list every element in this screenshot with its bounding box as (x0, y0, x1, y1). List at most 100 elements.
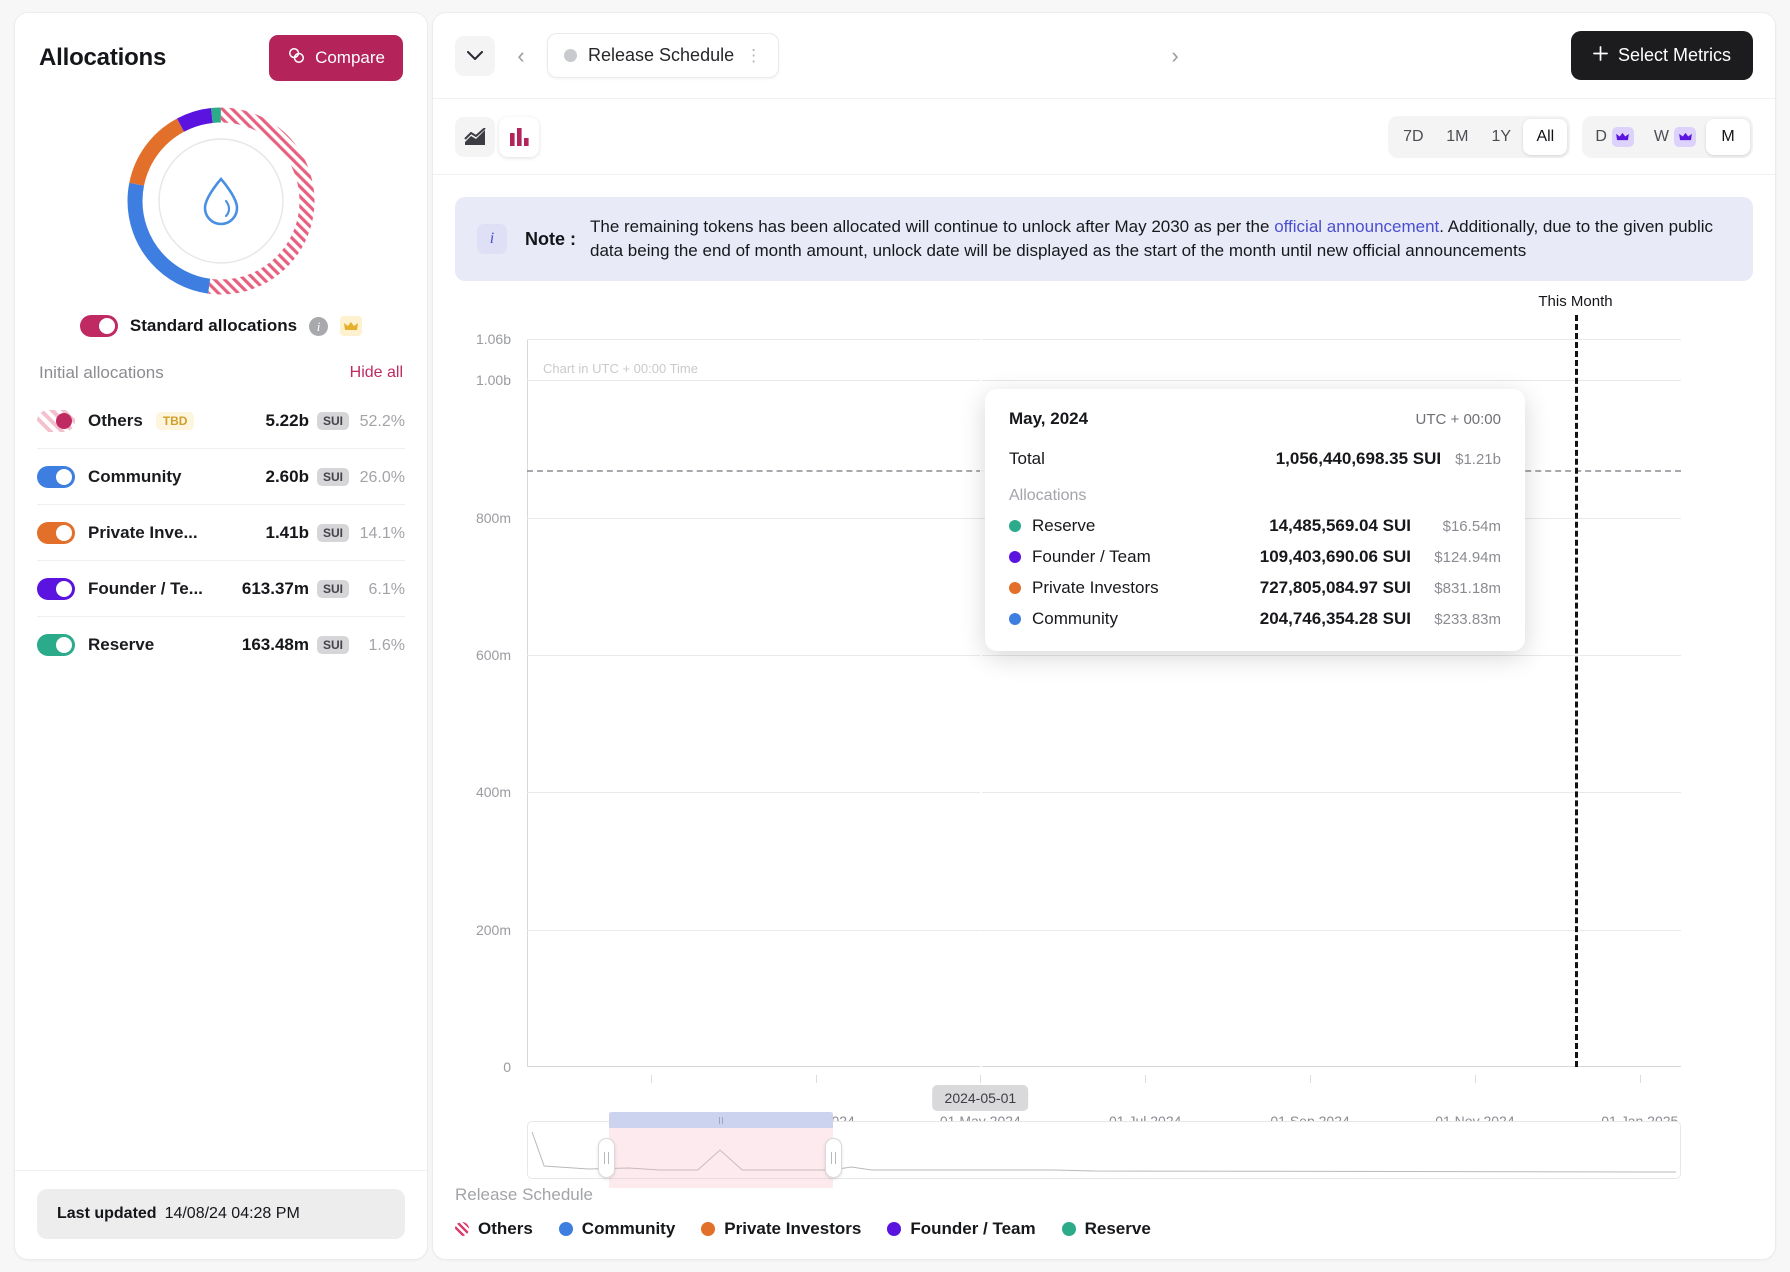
allocation-value: 5.22b (266, 411, 309, 431)
bar-column[interactable] (692, 339, 774, 1067)
tooltip-allocations-label: Allocations (1009, 487, 1501, 505)
info-circle-icon: i (477, 224, 507, 254)
allocation-unit: SUI (317, 524, 349, 542)
allocation-row[interactable]: Founder / Te...613.37mSUI6.1% (37, 561, 405, 617)
grid-line (527, 380, 1681, 381)
tooltip-row: Private Investors727,805,084.97 SUI$831.… (1009, 578, 1501, 598)
tooltip-color-dot (1009, 551, 1021, 563)
official-announcement-link[interactable]: official announcement (1274, 217, 1439, 236)
interval-button-d[interactable]: D (1585, 119, 1644, 155)
crown-icon (1674, 127, 1696, 147)
allocation-unit: SUI (317, 580, 349, 598)
bar-column[interactable] (1598, 339, 1680, 1067)
allocation-row[interactable]: Reserve163.48mSUI1.6% (37, 617, 405, 673)
legend-item[interactable]: Community (559, 1219, 676, 1239)
allocation-toggle[interactable] (37, 466, 75, 488)
allocation-percent: 26.0% (357, 469, 405, 487)
x-axis-tick-mark (1145, 1075, 1146, 1083)
legend-item[interactable]: Reserve (1062, 1219, 1151, 1239)
standard-allocations-label: Standard allocations (130, 316, 297, 336)
bar-chart-icon[interactable] (499, 117, 539, 157)
allocation-toggle[interactable] (37, 634, 75, 656)
legend-color-dot (1062, 1222, 1076, 1236)
y-axis-tick: 1.06b (476, 331, 511, 347)
brush-selection-bar[interactable] (609, 1112, 834, 1128)
hide-all-button[interactable]: Hide all (350, 364, 403, 382)
x-axis-tick-mark (651, 1075, 652, 1083)
select-metrics-button[interactable]: Select Metrics (1571, 31, 1753, 80)
legend-label: Community (582, 1219, 676, 1239)
bar-column[interactable] (609, 339, 691, 1067)
plus-icon (1593, 45, 1608, 66)
range-button-all[interactable]: All (1523, 119, 1567, 155)
allocation-percent: 14.1% (357, 525, 405, 543)
bar-column[interactable] (527, 339, 609, 1067)
allocation-row[interactable]: Private Inve...1.41bSUI14.1% (37, 505, 405, 561)
brush-handle-left[interactable] (598, 1138, 615, 1178)
range-button-1m[interactable]: 1M (1435, 119, 1479, 155)
standard-allocations-row[interactable]: Standard allocations i (15, 315, 427, 337)
grid-line (527, 930, 1681, 931)
legend-item[interactable]: Others (455, 1219, 533, 1239)
tooltip-series-name: Private Investors (1032, 578, 1159, 598)
brush-handle-right[interactable] (825, 1138, 842, 1178)
allocation-row[interactable]: OthersTBD5.22bSUI52.2% (37, 393, 405, 449)
sidebar-header: Allocations Compare (15, 13, 427, 85)
crown-icon[interactable] (340, 316, 362, 336)
allocations-panel: Allocations Compare (14, 12, 428, 1260)
crown-icon (1612, 127, 1634, 147)
range-button-1y[interactable]: 1Y (1479, 119, 1523, 155)
tooltip-row: Reserve14,485,569.04 SUI$16.54m (1009, 516, 1501, 536)
legend-title: Release Schedule (455, 1185, 1753, 1205)
allocation-percent: 52.2% (357, 413, 405, 431)
allocation-toggle[interactable] (37, 578, 75, 600)
allocation-value: 613.37m (242, 579, 309, 599)
x-axis: 01 Jan 202401 Mar 202401 May 202401 Jul … (527, 1087, 1681, 1109)
bar-column[interactable] (774, 339, 856, 1067)
note-text: The remaining tokens has been allocated … (590, 215, 1731, 263)
x-axis-tick-mark (816, 1075, 817, 1083)
tooltip-total-label: Total (1009, 449, 1045, 469)
release-schedule-chart: 0200m400m600m800m1.00b1.06b Chart in UTC… (455, 295, 1753, 1179)
chevron-right-icon[interactable]: › (1161, 39, 1189, 73)
range-group: 7D1M1YAll (1388, 116, 1570, 158)
bar-column[interactable] (857, 339, 939, 1067)
allocation-toggle[interactable] (37, 410, 75, 432)
tooltip-color-dot (1009, 520, 1021, 532)
allocation-unit: SUI (317, 468, 349, 486)
info-icon[interactable]: i (309, 317, 328, 336)
area-chart-icon[interactable] (455, 117, 495, 157)
compare-button[interactable]: Compare (269, 35, 403, 81)
allocation-name: Private Inve... (88, 523, 198, 543)
chevron-down-icon[interactable] (455, 36, 495, 76)
bar-column[interactable] (1516, 339, 1598, 1067)
legend-label: Reserve (1085, 1219, 1151, 1239)
allocation-name: Community (88, 467, 182, 487)
chart-panel: ‹ Release Schedule ⋮ › Select Metrics (432, 12, 1776, 1260)
tooltip-utc: UTC + 00:00 (1416, 411, 1501, 428)
legend-item[interactable]: Private Investors (701, 1219, 861, 1239)
note-label: Note : (525, 229, 576, 250)
tab-release-schedule[interactable]: Release Schedule ⋮ (547, 33, 779, 78)
interval-label: M (1721, 128, 1734, 146)
grid-line (527, 655, 1681, 656)
hover-date-chip: 2024-05-01 (933, 1085, 1029, 1111)
allocation-percent: 6.1% (357, 581, 405, 599)
chart-brush[interactable] (527, 1121, 1681, 1179)
range-button-7d[interactable]: 7D (1391, 119, 1435, 155)
tooltip-color-dot (1009, 582, 1021, 594)
tooltip-color-dot (1009, 613, 1021, 625)
interval-button-w[interactable]: W (1644, 119, 1706, 155)
allocation-percent: 1.6% (357, 637, 405, 655)
allocation-toggle[interactable] (37, 522, 75, 544)
legend-item[interactable]: Founder / Team (887, 1219, 1035, 1239)
chart-toolbar: 7D1M1YAll DWM (433, 99, 1775, 175)
interval-button-m[interactable]: M (1706, 119, 1750, 155)
tooltip-series-value: 14,485,569.04 SUI (1269, 516, 1411, 536)
tooltip-total-value: 1,056,440,698.35 SUI (1276, 449, 1441, 468)
tooltip-series-value: 109,403,690.06 SUI (1260, 547, 1411, 567)
more-vertical-icon[interactable]: ⋮ (745, 47, 762, 64)
allocation-row[interactable]: Community2.60bSUI26.0% (37, 449, 405, 505)
standard-allocations-toggle[interactable] (80, 315, 118, 337)
chevron-left-icon[interactable]: ‹ (507, 39, 535, 73)
